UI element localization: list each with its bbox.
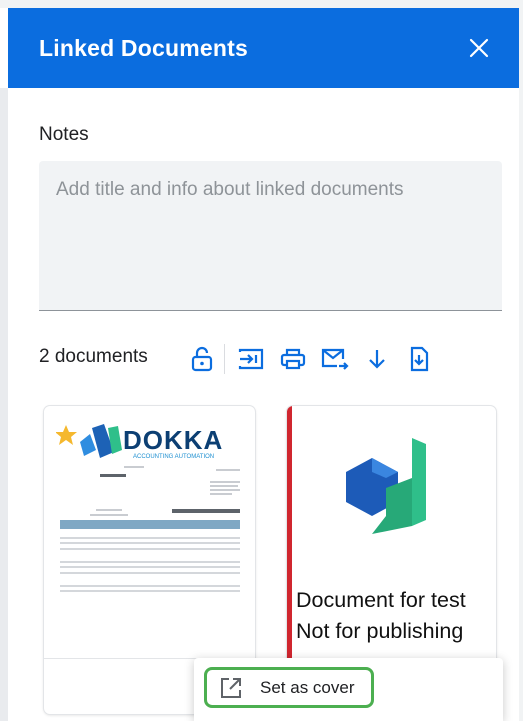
doc-text-line xyxy=(124,466,144,468)
close-icon xyxy=(469,38,489,58)
email-forward-button[interactable] xyxy=(319,343,351,375)
documents-count: 2 documents xyxy=(39,346,148,367)
doc-text-line xyxy=(210,481,240,483)
save-to-document-button[interactable] xyxy=(403,343,435,375)
toolbar-divider xyxy=(224,344,225,374)
document-text-line: Document for test xyxy=(296,588,466,612)
left-rail xyxy=(0,88,8,721)
doc-text-line xyxy=(172,509,240,513)
document-context-menu: Set as cover xyxy=(194,658,503,721)
set-as-cover-menu-item[interactable]: Set as cover xyxy=(204,667,374,708)
doc-table-row xyxy=(60,590,240,592)
doc-table-row xyxy=(60,566,240,568)
doc-text-line xyxy=(210,485,238,487)
close-button[interactable] xyxy=(467,36,491,60)
doc-text-line xyxy=(96,509,122,511)
print-button[interactable] xyxy=(277,343,309,375)
doc-text-line xyxy=(216,469,240,471)
dokka-logo-subtitle: ACCOUNTING AUTOMATION xyxy=(133,454,215,460)
doc-table-row xyxy=(60,572,240,574)
doc-table-row xyxy=(60,585,240,587)
menu-item-label: Set as cover xyxy=(260,677,355,697)
document-logo-icon xyxy=(346,438,426,534)
download-button[interactable] xyxy=(361,343,393,375)
panel-title: Linked Documents xyxy=(39,34,248,61)
download-icon xyxy=(369,350,385,369)
doc-table-header xyxy=(60,520,240,529)
lock-button[interactable] xyxy=(186,343,218,375)
dokka-logo-icon xyxy=(56,424,122,458)
panel-header: Linked Documents xyxy=(8,8,519,88)
notes-label: Notes xyxy=(39,124,89,145)
doc-text-line xyxy=(90,514,128,516)
email-forward-icon xyxy=(321,348,349,370)
doc-text-line xyxy=(100,474,126,477)
open-external-icon xyxy=(217,674,245,702)
import-button[interactable] xyxy=(235,343,267,375)
notes-input[interactable] xyxy=(39,161,502,311)
documents-toolbar xyxy=(186,343,435,375)
doc-table-row xyxy=(60,542,240,544)
import-icon xyxy=(238,348,264,370)
print-icon xyxy=(280,348,306,370)
save-to-document-icon xyxy=(410,346,429,372)
doc-text-line xyxy=(210,489,240,491)
document-text-line: Not for publishing xyxy=(296,619,464,643)
card-accent-bar xyxy=(287,406,292,658)
doc-table-row xyxy=(60,548,240,550)
doc-table-row xyxy=(60,561,240,563)
dokka-logo-text: DOKKA xyxy=(123,425,224,455)
top-strip xyxy=(0,0,523,8)
doc-table-row xyxy=(60,537,240,539)
lock-icon xyxy=(191,346,213,372)
right-edge xyxy=(519,8,523,721)
doc-text-line xyxy=(210,493,232,495)
